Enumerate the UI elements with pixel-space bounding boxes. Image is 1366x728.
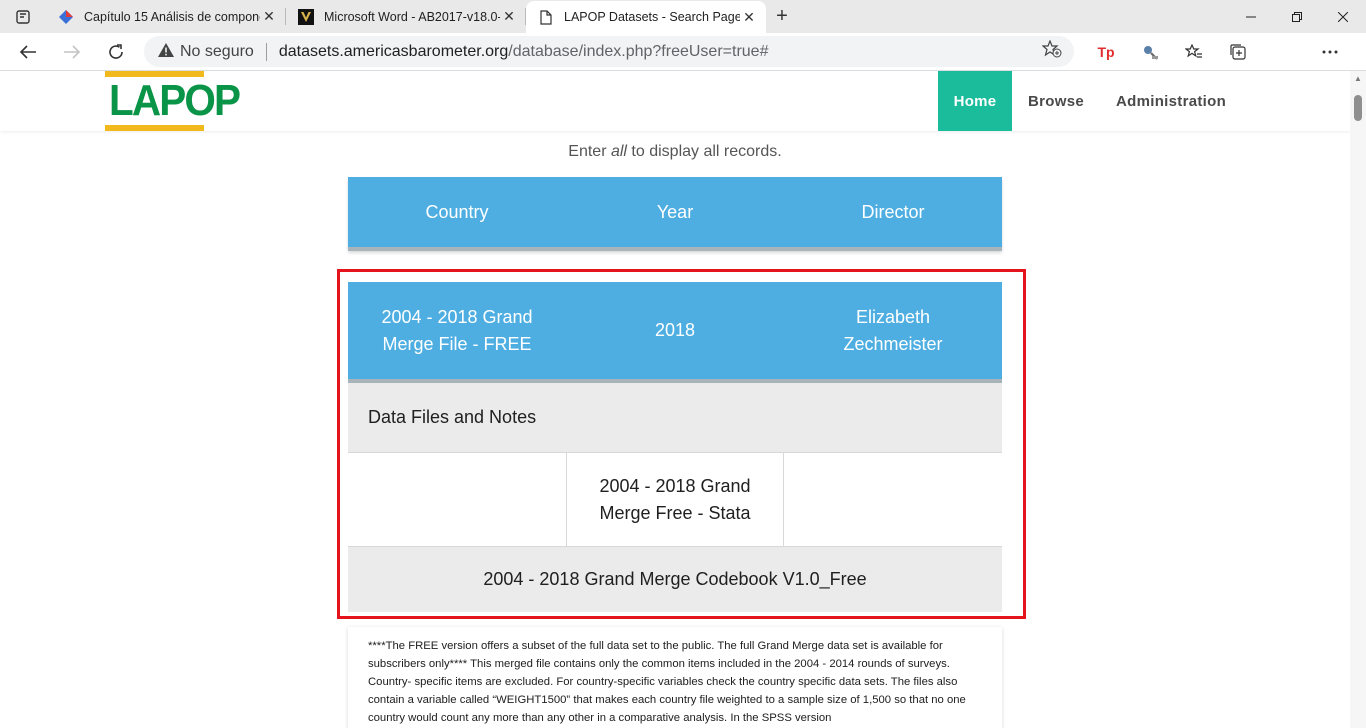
star-plus-icon bbox=[1041, 39, 1062, 58]
scrollbar-thumb[interactable] bbox=[1354, 95, 1362, 121]
add-favorite-button[interactable] bbox=[1041, 39, 1062, 63]
close-window-icon bbox=[1338, 11, 1348, 22]
file-cell-left bbox=[348, 453, 566, 546]
favorites-list-icon bbox=[1185, 44, 1202, 58]
tab-capitulo[interactable]: Capítulo 15 Análisis de compone ✕ bbox=[46, 0, 286, 33]
page-scrollbar[interactable]: ▲ bbox=[1350, 71, 1366, 728]
restore-icon bbox=[1292, 11, 1302, 22]
nav-home[interactable]: Home bbox=[938, 71, 1012, 131]
site-header: LAPOP Home Browse Administration bbox=[0, 71, 1350, 131]
address-field[interactable]: No seguro datasets.americasbarometer.org… bbox=[144, 36, 1074, 67]
more-menu-button[interactable] bbox=[1308, 50, 1352, 54]
files-row: 2004 - 2018 Grand Merge Free - Stata bbox=[348, 452, 1002, 547]
logo-text: LAPOP bbox=[108, 76, 241, 125]
extensions-area: Tp bbox=[1084, 33, 1352, 71]
record-country: 2004 - 2018 Grand Merge File - FREE bbox=[381, 306, 533, 354]
scroll-up-icon[interactable]: ▲ bbox=[1354, 74, 1362, 83]
url-text[interactable]: datasets.americasbarometer.org/database/… bbox=[279, 43, 769, 61]
hint-before: Enter bbox=[568, 143, 611, 160]
nav-browse[interactable]: Browse bbox=[1012, 71, 1100, 131]
window-controls bbox=[1228, 0, 1366, 33]
column-header-country[interactable]: Country bbox=[348, 177, 566, 247]
restore-button[interactable] bbox=[1274, 0, 1320, 33]
column-header-year[interactable]: Year bbox=[566, 177, 784, 247]
search-hint: Enter all to display all records. bbox=[0, 143, 1350, 161]
results-header: Country Year Director bbox=[348, 177, 1002, 251]
url-path: /database/index.php?freeUser=true# bbox=[508, 42, 769, 60]
collections-button[interactable] bbox=[1216, 43, 1260, 61]
close-icon[interactable]: ✕ bbox=[740, 9, 758, 26]
favorites-button[interactable] bbox=[1172, 44, 1216, 60]
minimize-icon bbox=[1246, 16, 1256, 17]
main-nav: Home Browse Administration bbox=[938, 71, 1242, 131]
file-link-stata[interactable]: 2004 - 2018 Grand Merge Free - Stata bbox=[566, 453, 784, 546]
address-toolbar: No seguro datasets.americasbarometer.org… bbox=[0, 33, 1366, 71]
collections-icon bbox=[1230, 44, 1246, 60]
tab-lapop-datasets[interactable]: LAPOP Datasets - Search Page ✕ bbox=[526, 1, 766, 33]
column-header-director[interactable]: Director bbox=[784, 177, 1002, 247]
forward-button[interactable] bbox=[50, 33, 94, 71]
back-arrow-icon bbox=[19, 45, 36, 59]
forward-arrow-icon bbox=[64, 45, 81, 59]
tab-title: Capítulo 15 Análisis de compone bbox=[84, 9, 260, 24]
tab-actions-button[interactable] bbox=[0, 0, 46, 33]
close-icon[interactable]: ✕ bbox=[500, 8, 518, 25]
page-viewport: LAPOP Home Browse Administration Enter a… bbox=[0, 71, 1350, 728]
page-favicon-icon bbox=[538, 9, 554, 25]
v-logo-favicon-icon bbox=[298, 8, 314, 25]
reload-icon bbox=[109, 44, 123, 59]
tab-microsoft-word[interactable]: Microsoft Word - AB2017-v18.0- ✕ bbox=[286, 0, 526, 33]
record-year: 2018 bbox=[654, 320, 696, 340]
file-cell-right bbox=[784, 453, 1002, 546]
record-director: Elizabeth Zechmeister bbox=[843, 306, 943, 354]
hint-emph: all bbox=[610, 143, 627, 160]
warning-icon bbox=[158, 43, 176, 60]
hint-after: to display all records. bbox=[626, 143, 782, 160]
data-files-heading: Data Files and Notes bbox=[348, 383, 1002, 452]
minimize-button[interactable] bbox=[1228, 0, 1274, 33]
dataset-notes: ****The FREE version offers a subset of … bbox=[348, 627, 1002, 728]
browser-tab-bar: Capítulo 15 Análisis de compone ✕ Micros… bbox=[0, 0, 1366, 33]
divider bbox=[265, 42, 267, 61]
nav-administration[interactable]: Administration bbox=[1100, 71, 1242, 131]
diamond-favicon-icon bbox=[58, 9, 74, 25]
satellite-icon bbox=[1144, 46, 1158, 60]
close-icon[interactable]: ✕ bbox=[260, 8, 278, 25]
tp-extension-button[interactable]: Tp bbox=[1084, 44, 1128, 60]
back-button[interactable] bbox=[6, 33, 50, 71]
satellite-extension-button[interactable] bbox=[1128, 43, 1172, 61]
tab-title: LAPOP Datasets - Search Page bbox=[564, 10, 740, 24]
dataset-record: 2004 - 2018 Grand Merge File - FREE 2018… bbox=[348, 282, 1002, 612]
record-summary-row[interactable]: 2004 - 2018 Grand Merge File - FREE 2018… bbox=[348, 282, 1002, 383]
reload-button[interactable] bbox=[94, 33, 138, 71]
tab-title: Microsoft Word - AB2017-v18.0- bbox=[324, 9, 500, 24]
more-dots-icon bbox=[1322, 50, 1338, 54]
codebook-link[interactable]: 2004 - 2018 Grand Merge Codebook V1.0_Fr… bbox=[348, 547, 1002, 612]
tab-actions-icon bbox=[16, 9, 30, 24]
lapop-logo[interactable]: LAPOP bbox=[105, 71, 241, 131]
close-window-button[interactable] bbox=[1320, 0, 1366, 33]
logo-bar-bottom bbox=[105, 125, 204, 131]
url-host: datasets.americasbarometer.org bbox=[278, 42, 509, 60]
not-secure-label[interactable]: No seguro bbox=[180, 43, 254, 61]
new-tab-button[interactable]: + bbox=[766, 0, 798, 33]
